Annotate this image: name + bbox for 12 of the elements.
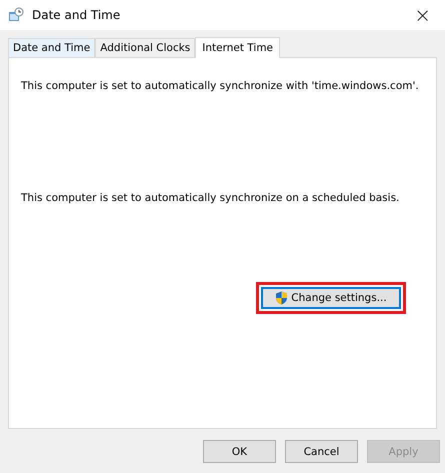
tab[interactable]: Date and Time [8, 38, 96, 57]
change-settings-button[interactable]: Change settings... [261, 287, 401, 309]
window-title: Date and Time [32, 8, 122, 22]
close-button[interactable]: × [410, 3, 435, 27]
tab[interactable]: Additional Clocks [95, 38, 196, 57]
tab[interactable]: Internet Time [195, 37, 280, 58]
dialog-button[interactable]: Cancel [285, 440, 358, 463]
status-text: This computer is set to automatically synchronize on a scheduled basis. [21, 192, 400, 204]
status-text: This computer is set to automatically synchronize with 'time.windows.com'. [21, 80, 420, 92]
dialog-button[interactable]: OK [203, 440, 276, 463]
calendar-clock-icon [8, 7, 24, 23]
shield-icon [275, 291, 288, 305]
